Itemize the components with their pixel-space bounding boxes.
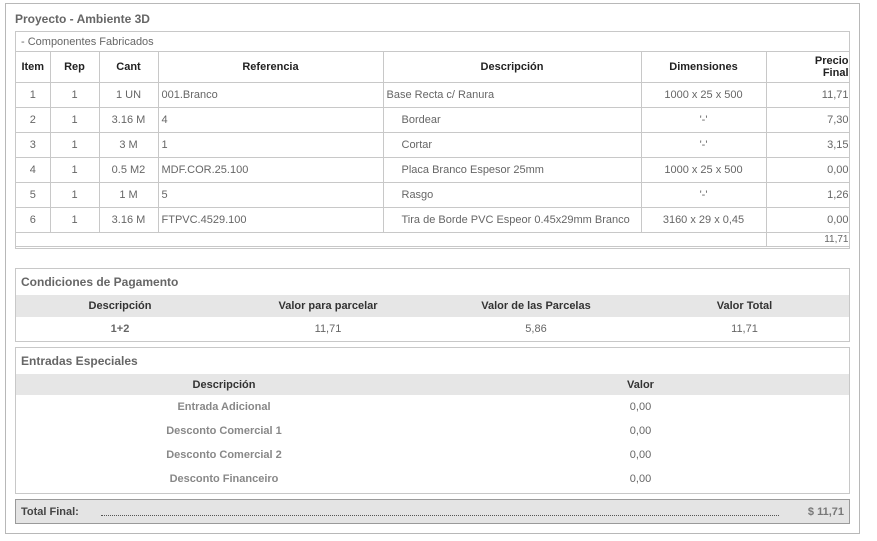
special-header: Descripción Valor <box>16 374 849 395</box>
total-final-label: Total Final: <box>21 506 79 518</box>
cell-rep: 1 <box>50 132 100 158</box>
col-rep: Rep <box>50 52 100 83</box>
special-col-valor: Valor <box>627 378 654 391</box>
cell-desc: Tira de Borde PVC Espeor 0.45x29mm Branc… <box>383 207 642 233</box>
payment-col-descripcion: Descripción <box>88 300 152 312</box>
special-valor: 0,00 <box>629 425 652 437</box>
cell-dim: '-' <box>641 132 767 158</box>
components-header[interactable]: - Componentes Fabricados <box>16 32 849 52</box>
cell-cant: 0.5 M2 <box>99 157 159 183</box>
cell-desc: Cortar <box>383 132 642 158</box>
components-table: Item Rep Cant Referencia Descripción Dim… <box>16 52 849 247</box>
cell-precio: 1,26 <box>766 182 849 208</box>
cell-item: 5 <box>16 182 51 208</box>
cell-desc: Rasgo <box>383 182 642 208</box>
payment-parcelar: 11,71 <box>314 323 342 335</box>
project-title: Proyecto - Ambiente 3D <box>15 12 150 26</box>
cell-cant: 3.16 M <box>99 107 159 133</box>
cell-item: 6 <box>16 207 51 233</box>
cell-item: 4 <box>16 157 51 183</box>
cell-dim: 1000 x 25 x 500 <box>641 82 767 108</box>
components-total: 11,71 <box>766 232 849 247</box>
cell-precio: 7,30 <box>766 107 849 133</box>
total-row: 11,71 <box>16 232 849 247</box>
cell-ref: 001.Branco <box>158 82 384 108</box>
cell-item: 3 <box>16 132 51 158</box>
cell-rep: 1 <box>50 157 100 183</box>
list-item: Desconto Comercial 2 0,00 <box>16 443 849 467</box>
cell-precio: 11,71 <box>766 82 849 108</box>
table-row: 4 1 0.5 M2 MDF.COR.25.100 Placa Branco E… <box>16 157 849 183</box>
project-panel: Proyecto - Ambiente 3D - Componentes Fab… <box>5 3 860 534</box>
payment-col-parcelar: Valor para parcelar <box>278 300 378 312</box>
cell-rep: 1 <box>50 182 100 208</box>
special-desc: Desconto Financeiro <box>169 473 279 485</box>
special-title: Entradas Especiales <box>21 354 138 368</box>
payment-col-total: Valor Total <box>716 300 773 312</box>
cell-dim: '-' <box>641 107 767 133</box>
cell-ref: 4 <box>158 107 384 133</box>
cell-rep: 1 <box>50 107 100 133</box>
list-item: Desconto Comercial 1 0,00 <box>16 419 849 443</box>
payment-header: Descripción Valor para parcelar Valor de… <box>16 295 849 317</box>
special-desc: Desconto Comercial 1 <box>166 425 282 437</box>
cell-cant: 1 M <box>99 182 159 208</box>
special-col-descripcion: Descripción <box>192 378 256 391</box>
cell-desc: Placa Branco Espesor 25mm <box>383 157 642 183</box>
cell-desc: Base Recta c/ Ranura <box>383 82 642 108</box>
cell-ref: 1 <box>158 132 384 158</box>
payment-panel: Condiciones de Pagamento Descripción Val… <box>15 268 850 342</box>
cell-rep: 1 <box>50 82 100 108</box>
cell-item: 1 <box>16 82 51 108</box>
col-dimensiones: Dimensiones <box>641 52 767 83</box>
total-dotted-leader <box>101 515 779 516</box>
special-valor: 0,00 <box>629 449 652 461</box>
cell-dim: '-' <box>641 182 767 208</box>
payment-row: 1+2 11,71 5,86 11,71 <box>16 317 849 341</box>
cell-precio: 0,00 <box>766 157 849 183</box>
cell-dim: 3160 x 29 x 0,45 <box>641 207 767 233</box>
table-row: 2 1 3.16 M 4 Bordear '-' 7,30 <box>16 107 849 133</box>
cell-dim: 1000 x 25 x 500 <box>641 157 767 183</box>
table-row: 6 1 3.16 M FTPVC.4529.100 Tira de Borde … <box>16 207 849 233</box>
cell-precio: 0,00 <box>766 207 849 233</box>
cell-cant: 3 M <box>99 132 159 158</box>
special-valor: 0,00 <box>629 473 652 485</box>
cell-cant: 3.16 M <box>99 207 159 233</box>
cell-item: 2 <box>16 107 51 133</box>
table-row: 3 1 3 M 1 Cortar '-' 3,15 <box>16 132 849 158</box>
payment-title: Condiciones de Pagamento <box>21 275 179 289</box>
cell-ref: FTPVC.4529.100 <box>158 207 384 233</box>
total-final-value: $ 11,71 <box>807 506 844 518</box>
cell-rep: 1 <box>50 207 100 233</box>
col-precio-line1: Precio <box>814 54 849 67</box>
col-item: Item <box>16 52 51 83</box>
table-row: 5 1 1 M 5 Rasgo '-' 1,26 <box>16 182 849 208</box>
col-cant: Cant <box>99 52 159 83</box>
payment-col-parcelas: Valor de las Parcelas <box>481 300 591 312</box>
col-precio-line2: Final <box>822 66 849 79</box>
payment-parcelas: 5,86 <box>525 323 547 335</box>
special-entries-panel: Entradas Especiales Descripción Valor En… <box>15 347 850 494</box>
cell-cant: 1 UN <box>99 82 159 108</box>
special-desc: Desconto Comercial 2 <box>166 449 282 461</box>
list-item: Desconto Financeiro 0,00 <box>16 467 849 491</box>
payment-total: 11,71 <box>731 323 758 335</box>
special-desc: Entrada Adicional <box>177 401 271 413</box>
col-referencia: Referencia <box>158 52 384 83</box>
table-row: 1 1 1 UN 001.Branco Base Recta c/ Ranura… <box>16 82 849 108</box>
col-precio-final: Precio Final <box>766 52 849 83</box>
special-valor: 0,00 <box>629 401 652 413</box>
col-descripcion: Descripción <box>383 52 642 83</box>
payment-desc: 1+2 <box>110 323 130 335</box>
list-item: Entrada Adicional 0,00 <box>16 395 849 419</box>
cell-precio: 3,15 <box>766 132 849 158</box>
cell-ref: 5 <box>158 182 384 208</box>
components-panel: - Componentes Fabricados Item Rep Cant R… <box>15 31 850 249</box>
cell-ref: MDF.COR.25.100 <box>158 157 384 183</box>
cell-desc: Bordear <box>383 107 642 133</box>
total-row-spacer <box>16 232 767 247</box>
total-final-bar: Total Final: $ 11,71 <box>15 499 850 524</box>
